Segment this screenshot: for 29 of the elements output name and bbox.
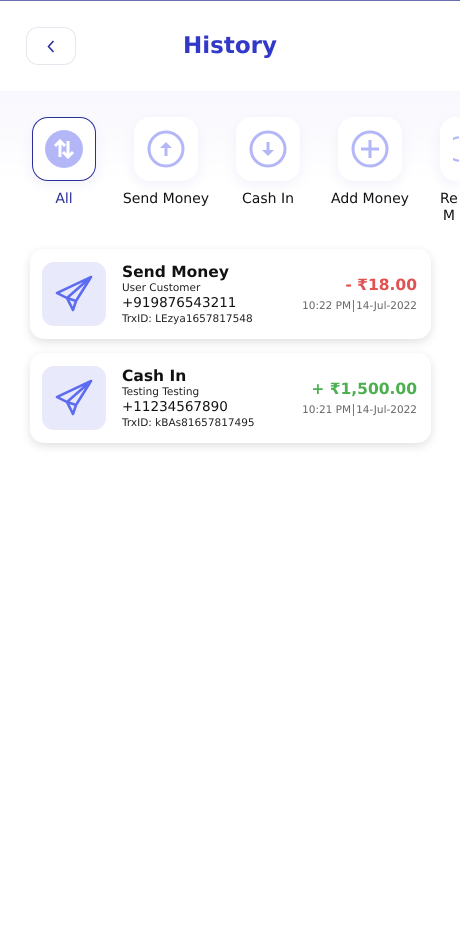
transaction-type: Send Money bbox=[122, 263, 230, 281]
transaction-id: TrxID: LEzya1657817548 bbox=[122, 313, 254, 325]
plus-icon bbox=[351, 130, 389, 168]
transaction-type: Cash In bbox=[122, 367, 188, 385]
phone-number: +11234567890 bbox=[122, 399, 229, 415]
back-button[interactable] bbox=[26, 27, 76, 65]
filter-tab[interactable]: All bbox=[15, 117, 113, 227]
amount: - ₹18.00 bbox=[345, 276, 417, 294]
contact-name: User Customer bbox=[122, 282, 202, 294]
swap-icon bbox=[45, 130, 83, 168]
filter-tab[interactable]: Add Money bbox=[321, 117, 419, 227]
paper-plane-icon bbox=[54, 378, 94, 418]
phone-number: +919876543211 bbox=[122, 295, 238, 311]
amount: + ₹1,500.00 bbox=[311, 380, 417, 398]
page-title: History bbox=[182, 33, 278, 59]
contact-name: Testing Testing bbox=[122, 386, 200, 398]
transaction-date: 14-Jul-2022 bbox=[356, 404, 417, 416]
transaction-card[interactable]: Send Money User Customer +919876543211 TrxID: LEzya1657817548 - ₹18.00 10:22 PM 14-Jul-2022 bbox=[30, 249, 431, 339]
chevron-left-icon bbox=[47, 40, 55, 52]
transaction-id: TrxID: kBAs81657817495 bbox=[122, 417, 256, 429]
transaction-time: 10:22 PM bbox=[302, 300, 352, 312]
transaction-time: 10:21 PM bbox=[302, 404, 352, 416]
paper-plane-icon bbox=[54, 274, 94, 314]
arrow-up-icon bbox=[147, 130, 185, 168]
arrow-down-icon bbox=[249, 130, 287, 168]
transaction-date: 14-Jul-2022 bbox=[356, 300, 417, 312]
filter-tab[interactable]: Cash In bbox=[219, 117, 317, 227]
transaction-card[interactable]: Cash In Testing Testing +11234567890 TrxID: kBAs81657817495 + ₹1,500.00 10:21 PM 14-Jul-2022 bbox=[30, 353, 431, 443]
filter-tab[interactable]: Send Money bbox=[117, 117, 215, 227]
